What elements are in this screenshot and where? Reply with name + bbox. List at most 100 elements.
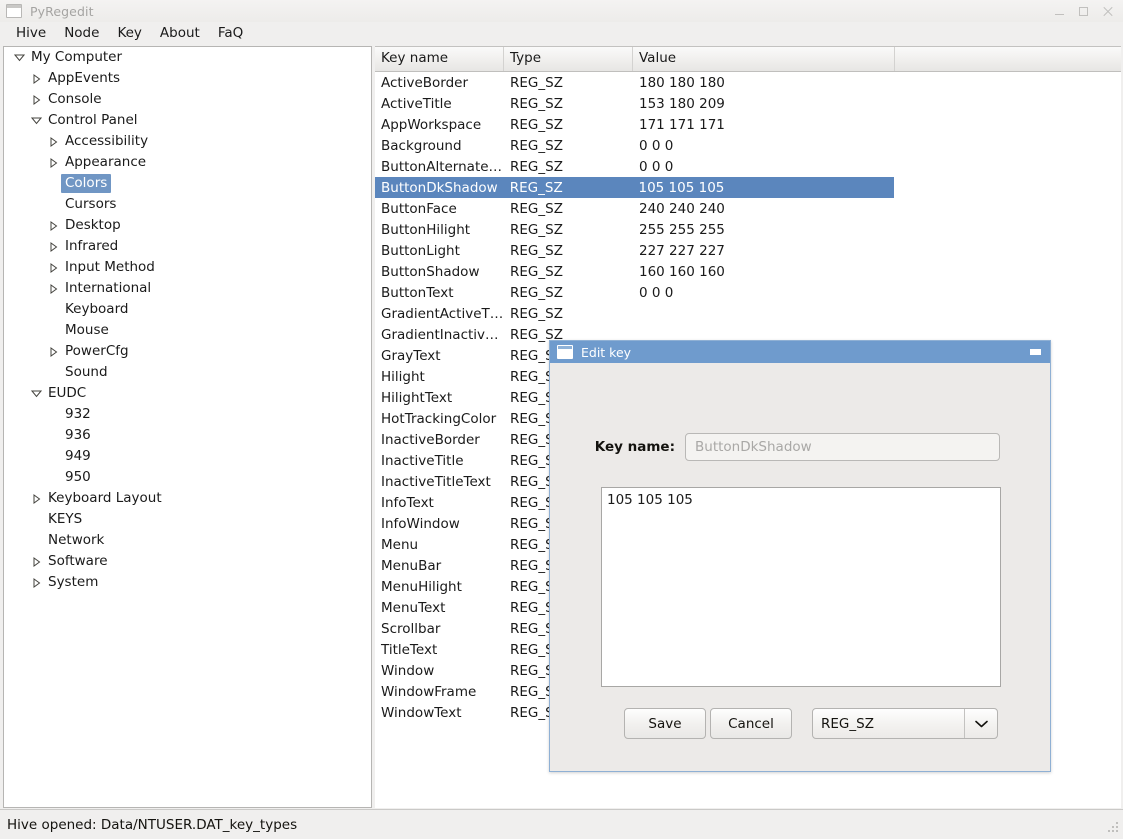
- table-row[interactable]: ActiveTitle REG_SZ 153 180 209: [375, 93, 1121, 114]
- tree-item-sound[interactable]: Sound: [4, 362, 371, 383]
- table-row[interactable]: ButtonFace REG_SZ 240 240 240: [375, 198, 1121, 219]
- tree-expander-collapsed-icon[interactable]: [45, 136, 61, 147]
- tree-expander-collapsed-icon[interactable]: [45, 157, 61, 168]
- close-icon[interactable]: [1102, 6, 1113, 17]
- table-row[interactable]: ButtonHilight REG_SZ 255 255 255: [375, 219, 1121, 240]
- cell-value: 227 227 227: [639, 242, 725, 259]
- tree-expander-collapsed-icon[interactable]: [28, 94, 44, 105]
- tree-item-appevents[interactable]: AppEvents: [4, 68, 371, 89]
- tree-item-keyboard-layout[interactable]: Keyboard Layout: [4, 488, 371, 509]
- cell-key-name: ButtonAlternate…: [381, 158, 503, 175]
- minimize-icon[interactable]: [1054, 6, 1065, 17]
- tree-expander-collapsed-icon[interactable]: [28, 577, 44, 588]
- cell-value: 0 0 0: [639, 137, 674, 154]
- cell-value: 171 171 171: [639, 116, 725, 133]
- cell-value: 240 240 240: [639, 200, 725, 217]
- cell-type: REG_SZ: [510, 95, 563, 112]
- tree-item-label: Keyboard Layout: [48, 490, 162, 506]
- tree-item-colors[interactable]: Colors: [4, 173, 371, 194]
- tree-item-label: International: [65, 280, 152, 296]
- tree-expander-expanded-icon[interactable]: [28, 116, 44, 125]
- tree-item-network[interactable]: Network: [4, 530, 371, 551]
- table-row[interactable]: AppWorkspace REG_SZ 171 171 171: [375, 114, 1121, 135]
- tree-item-input-method[interactable]: Input Method: [4, 257, 371, 278]
- value-textarea[interactable]: 105 105 105: [601, 487, 1001, 687]
- menu-item-hive[interactable]: Hive: [7, 23, 55, 44]
- tree-item-950[interactable]: 950: [4, 467, 371, 488]
- resize-grip[interactable]: [1104, 820, 1120, 836]
- dialog-minimize-icon[interactable]: [1030, 349, 1041, 355]
- chevron-down-icon[interactable]: [964, 709, 997, 738]
- cell-key-name: WindowText: [381, 704, 462, 721]
- cell-key-name: Window: [381, 662, 435, 679]
- tree-item-desktop[interactable]: Desktop: [4, 215, 371, 236]
- menu-item-about[interactable]: About: [151, 23, 209, 44]
- cell-key-name: Background: [381, 137, 462, 154]
- tree-expander-collapsed-icon[interactable]: [45, 283, 61, 294]
- tree-item-infrared[interactable]: Infrared: [4, 236, 371, 257]
- menu-item-node[interactable]: Node: [55, 23, 108, 44]
- value-type-select[interactable]: REG_SZ: [812, 708, 998, 739]
- tree-item-936[interactable]: 936: [4, 425, 371, 446]
- cell-value: 0 0 0: [639, 158, 674, 175]
- tree-item-powercfg[interactable]: PowerCfg: [4, 341, 371, 362]
- tree-item-eudc[interactable]: EUDC: [4, 383, 371, 404]
- tree-item-accessibility[interactable]: Accessibility: [4, 131, 371, 152]
- tree-expander-collapsed-icon[interactable]: [45, 220, 61, 231]
- tree-expander-collapsed-icon[interactable]: [45, 241, 61, 252]
- table-row[interactable]: ButtonLight REG_SZ 227 227 227: [375, 240, 1121, 261]
- menu-item-faq[interactable]: FaQ: [209, 23, 252, 44]
- cell-key-name: ButtonLight: [381, 242, 460, 259]
- tree-item-932[interactable]: 932: [4, 404, 371, 425]
- column-header-type[interactable]: Type: [504, 47, 633, 71]
- window-title: PyRegedit: [30, 3, 94, 19]
- tree-item-system[interactable]: System: [4, 572, 371, 593]
- table-row[interactable]: ButtonText REG_SZ 0 0 0: [375, 282, 1121, 303]
- tree-item-control-panel[interactable]: Control Panel: [4, 110, 371, 131]
- dialog-body: Key name: ButtonDkShadow 105 105 105 Sav…: [550, 363, 1050, 771]
- tree-item-label: Colors: [61, 174, 112, 193]
- tree-item-international[interactable]: International: [4, 278, 371, 299]
- cell-value: 160 160 160: [639, 263, 725, 280]
- table-row[interactable]: GradientActiveT… REG_SZ: [375, 303, 1121, 324]
- tree-item-appearance[interactable]: Appearance: [4, 152, 371, 173]
- tree-item-my-computer[interactable]: My Computer: [4, 47, 371, 68]
- column-header-filler: [895, 47, 1121, 71]
- tree-item-console[interactable]: Console: [4, 89, 371, 110]
- tree-item-label: Appearance: [65, 154, 147, 170]
- save-button[interactable]: Save: [624, 708, 706, 739]
- window-titlebar: PyRegedit: [0, 0, 1123, 22]
- cell-type: REG_SZ: [510, 284, 563, 301]
- tree-expander-collapsed-icon[interactable]: [45, 262, 61, 273]
- tree-item-keyboard[interactable]: Keyboard: [4, 299, 371, 320]
- key-name-label: Key name:: [594, 439, 675, 455]
- tree-item-keys[interactable]: KEYS: [4, 509, 371, 530]
- application-window: PyRegedit Hive Node Key About FaQ My Compute…: [0, 0, 1123, 839]
- tree-expander-expanded-icon[interactable]: [11, 53, 27, 62]
- column-header-key-name[interactable]: Key name: [375, 47, 504, 71]
- tree-item-software[interactable]: Software: [4, 551, 371, 572]
- cell-key-name: ActiveBorder: [381, 74, 469, 91]
- table-row[interactable]: ButtonDkShadow REG_SZ 105 105 105: [375, 177, 894, 198]
- menu-item-key[interactable]: Key: [108, 23, 150, 44]
- cell-value: 180 180 180: [639, 74, 725, 91]
- tree-expander-expanded-icon[interactable]: [28, 389, 44, 398]
- column-header-value[interactable]: Value: [633, 47, 895, 71]
- cancel-button[interactable]: Cancel: [710, 708, 792, 739]
- tree-item-949[interactable]: 949: [4, 446, 371, 467]
- cell-key-name: ButtonText: [381, 284, 454, 301]
- tree-item-mouse[interactable]: Mouse: [4, 320, 371, 341]
- table-row[interactable]: ButtonAlternate… REG_SZ 0 0 0: [375, 156, 1121, 177]
- tree-expander-collapsed-icon[interactable]: [45, 346, 61, 357]
- tree-expander-collapsed-icon[interactable]: [28, 556, 44, 567]
- table-row[interactable]: ButtonShadow REG_SZ 160 160 160: [375, 261, 1121, 282]
- key-name-input[interactable]: ButtonDkShadow: [685, 433, 1000, 461]
- tree-expander-collapsed-icon[interactable]: [28, 493, 44, 504]
- table-row[interactable]: ActiveBorder REG_SZ 180 180 180: [375, 72, 1121, 93]
- tree-expander-collapsed-icon[interactable]: [28, 73, 44, 84]
- registry-tree-panel[interactable]: My Computer AppEvents Console Control Panel…: [3, 46, 372, 808]
- table-row[interactable]: Background REG_SZ 0 0 0: [375, 135, 1121, 156]
- main-content-area: My Computer AppEvents Console Control Panel…: [0, 45, 1123, 839]
- maximize-icon[interactable]: [1078, 6, 1089, 17]
- tree-item-cursors[interactable]: Cursors: [4, 194, 371, 215]
